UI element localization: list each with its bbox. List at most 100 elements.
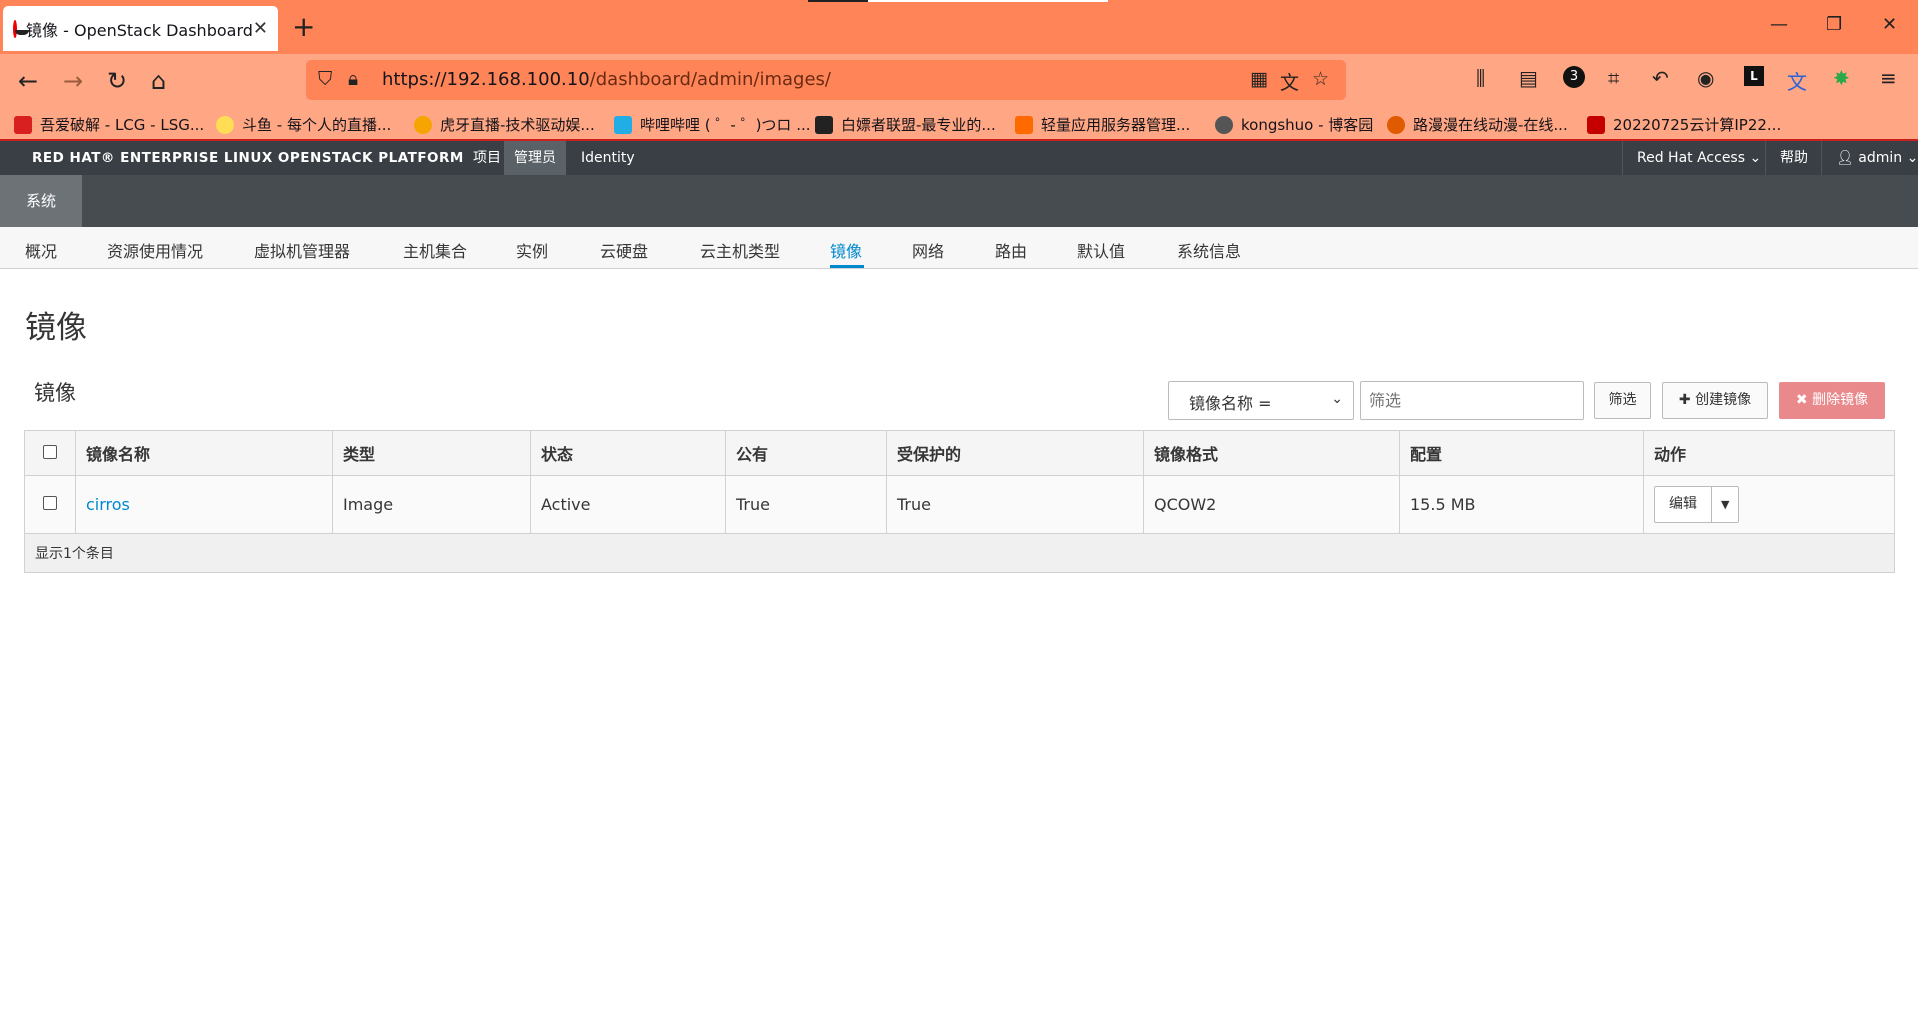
- image-type-cell: Image: [332, 475, 531, 534]
- bookmark-item[interactable]: 路漫漫在线动漫-在线...: [1387, 114, 1568, 135]
- chevron-down-icon: ⌄: [1331, 391, 1343, 407]
- minimize-icon[interactable]: —: [1770, 14, 1788, 35]
- bookmark-item[interactable]: 白嫖者联盟-最专业的...: [815, 114, 996, 135]
- bookmark-item[interactable]: 轻量应用服务器管理...: [1015, 114, 1190, 135]
- select-all-checkbox[interactable]: [43, 444, 57, 459]
- forward-icon[interactable]: →: [63, 66, 83, 96]
- redhat-favicon-icon: [13, 19, 30, 38]
- chevron-down-icon: ⌄: [1906, 150, 1918, 166]
- bookmark-favicon-icon: [1387, 115, 1405, 134]
- table-footer-row: 显示1个条目: [24, 533, 1895, 573]
- bookmark-favicon-icon: [614, 115, 632, 134]
- openstack-header: RED HAT® ENTERPRISE LINUX OPENSTACK PLAT…: [0, 141, 1918, 175]
- bookmark-item[interactable]: 20220725云计算IP22...: [1587, 114, 1781, 135]
- browser-tab[interactable]: 镜像 - OpenStack Dashboard ✕: [3, 6, 278, 51]
- lock-icon[interactable]: 🔒︎: [348, 68, 358, 90]
- bookmark-favicon-icon: [1015, 115, 1033, 134]
- edit-button[interactable]: 编辑: [1655, 487, 1712, 522]
- l-extension-icon[interactable]: L: [1744, 66, 1764, 86]
- image-actions-cell: 编辑 ▼: [1643, 475, 1895, 534]
- reader-icon[interactable]: ▤: [1519, 66, 1538, 90]
- menu-icon[interactable]: ≡: [1880, 66, 1897, 90]
- column-header[interactable]: 镜像名称: [75, 430, 333, 476]
- filter-button[interactable]: 筛选: [1594, 382, 1651, 419]
- tab-indicator: [808, 0, 868, 2]
- user-icon: 👤︎: [1836, 150, 1854, 166]
- bookmark-favicon-icon: [815, 115, 833, 134]
- url-text: https://192.168.100.10/dashboard/admin/i…: [382, 69, 831, 90]
- image-name-cell: cirros: [75, 475, 333, 534]
- close-tab-icon[interactable]: ✕: [253, 18, 268, 39]
- active-tab-underline: [830, 265, 864, 268]
- bookmark-star-icon[interactable]: ☆: [1312, 68, 1329, 90]
- subnav-images[interactable]: 镜像: [830, 238, 862, 262]
- bookmark-favicon-icon: [1587, 115, 1605, 134]
- bookmark-favicon-icon: [414, 115, 432, 134]
- column-header[interactable]: 公有: [725, 430, 887, 476]
- browser-tab-strip: 镜像 - OpenStack Dashboard ✕ + — ❐ ✕: [0, 0, 1918, 54]
- tab-system[interactable]: 系统: [0, 175, 82, 227]
- subnav-hypervisors[interactable]: 虚拟机管理器: [254, 238, 350, 262]
- subnav-usage[interactable]: 资源使用情况: [107, 238, 203, 262]
- column-header[interactable]: 受保护的: [886, 430, 1144, 476]
- bookmark-favicon-icon: [14, 115, 32, 134]
- bookmark-item[interactable]: 吾爱破解 - LCG - LSG...: [14, 114, 204, 135]
- table-header-row: 镜像名称 类型 状态 公有 受保护的 镜像格式 配置 动作: [24, 430, 1895, 476]
- column-header[interactable]: 状态: [530, 430, 726, 476]
- nav-identity[interactable]: Identity: [571, 141, 645, 175]
- row-checkbox[interactable]: [43, 496, 57, 510]
- delete-image-button[interactable]: ✖ 删除镜像: [1779, 382, 1885, 419]
- brand-logo[interactable]: RED HAT® ENTERPRISE LINUX OPENSTACK PLAT…: [32, 150, 464, 166]
- reload-icon[interactable]: ↻: [107, 66, 127, 96]
- user-menu[interactable]: 👤︎ admin ⌄: [1821, 141, 1918, 175]
- bookmark-item[interactable]: 虎牙直播-技术驱动娱...: [414, 114, 595, 135]
- column-header[interactable]: 镜像格式: [1143, 430, 1400, 476]
- chevron-down-icon: ⌄: [1749, 150, 1762, 166]
- undo-icon[interactable]: ↶: [1652, 66, 1669, 90]
- bookmark-item[interactable]: kongshuo - 博客园: [1215, 114, 1373, 135]
- red-hat-access-menu[interactable]: Red Hat Access ⌄: [1622, 141, 1775, 175]
- qr-code-icon[interactable]: ▦: [1250, 68, 1268, 90]
- new-tab-icon[interactable]: +: [292, 10, 315, 43]
- translator-icon[interactable]: 文: [1787, 66, 1807, 95]
- image-name-link[interactable]: cirros: [86, 495, 130, 514]
- subnav-overview[interactable]: 概况: [25, 238, 57, 262]
- bookmark-item[interactable]: 哔哩哔哩 ( ゜- ゜)つロ ...: [614, 114, 811, 135]
- shield-icon[interactable]: ⛉: [318, 68, 332, 90]
- column-header[interactable]: 类型: [332, 430, 531, 476]
- subnav-aggregates[interactable]: 主机集合: [403, 238, 467, 262]
- notification-badge[interactable]: 3: [1563, 66, 1585, 88]
- subnav-instances[interactable]: 实例: [516, 238, 548, 262]
- x-icon: ✖: [1795, 392, 1808, 408]
- nav-admin[interactable]: 管理员: [504, 141, 566, 175]
- library-icon[interactable]: ⫼: [1476, 66, 1485, 90]
- subnav-flavors[interactable]: 云主机类型: [700, 238, 780, 262]
- select-all-cell: [24, 430, 76, 476]
- table-row: cirros Image Active True True QCOW2 15.5…: [24, 475, 1895, 534]
- bookmark-item[interactable]: 斗鱼 - 每个人的直播...: [216, 114, 391, 135]
- restore-icon[interactable]: ❐: [1826, 14, 1842, 35]
- subnav-defaults[interactable]: 默认值: [1077, 238, 1125, 262]
- browser-nav-bar: ← → ↻ ⌂ ⛉ 🔒︎ https://192.168.100.10/dash…: [0, 54, 1918, 109]
- subnav-networks[interactable]: 网络: [912, 238, 944, 262]
- filter-input[interactable]: [1360, 381, 1584, 420]
- address-bar[interactable]: ⛉ 🔒︎ https://192.168.100.10/dashboard/ad…: [306, 60, 1346, 100]
- color-extension-icon[interactable]: ✸: [1833, 66, 1850, 90]
- home-icon[interactable]: ⌂: [151, 66, 166, 96]
- translate-icon[interactable]: 文: [1280, 68, 1299, 95]
- column-header[interactable]: 配置: [1399, 430, 1644, 476]
- extension-icon[interactable]: ◉: [1697, 66, 1714, 90]
- crop-icon[interactable]: ⌗: [1608, 66, 1619, 90]
- bookmarks-bar: 吾爱破解 - LCG - LSG... 斗鱼 - 每个人的直播... 虎牙直播-…: [0, 109, 1918, 141]
- subnav-system-info[interactable]: 系统信息: [1177, 238, 1241, 262]
- help-link[interactable]: 帮助: [1765, 141, 1822, 175]
- window-close-icon[interactable]: ✕: [1882, 14, 1897, 35]
- create-image-button[interactable]: ✚ 创建镜像: [1662, 382, 1768, 419]
- subnav-routers[interactable]: 路由: [995, 238, 1027, 262]
- caret-down-icon[interactable]: ▼: [1712, 487, 1738, 522]
- subnav-volumes[interactable]: 云硬盘: [600, 238, 648, 262]
- filter-field-select[interactable]: 镜像名称 = ⌄: [1168, 381, 1354, 420]
- tab-indicator-light: [868, 0, 1108, 2]
- back-icon[interactable]: ←: [18, 66, 38, 96]
- row-action-group: 编辑 ▼: [1654, 486, 1740, 523]
